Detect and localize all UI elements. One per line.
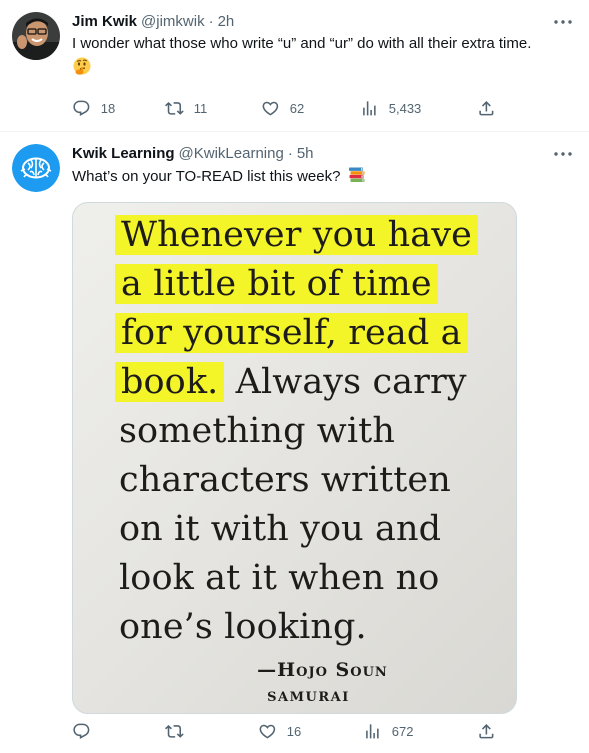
quote-line: one’s looking. bbox=[119, 607, 367, 647]
retweet-count: 11 bbox=[193, 100, 208, 116]
view-count: 5,433 bbox=[388, 100, 422, 116]
like-count: 62 bbox=[289, 100, 305, 116]
retweet-button[interactable] bbox=[165, 722, 184, 741]
quote-line-highlighted: a little bit of time bbox=[115, 264, 438, 304]
retweet-button[interactable]: 11 bbox=[165, 99, 207, 118]
view-count: 672 bbox=[391, 723, 414, 739]
share-icon bbox=[479, 723, 494, 739]
like-button[interactable]: 16 bbox=[258, 722, 301, 741]
books-emoji-icon bbox=[348, 166, 366, 190]
tweet-text: What’s on your TO-READ list this week? bbox=[72, 166, 573, 190]
avatar[interactable] bbox=[12, 12, 60, 60]
tweet-text-content: I wonder what those who write “u” and “u… bbox=[72, 35, 532, 52]
tweet[interactable]: Kwik Learning @KwikLearning · 5h What’s … bbox=[0, 131, 589, 753]
share-icon bbox=[479, 100, 494, 116]
more-options-button[interactable] bbox=[553, 12, 573, 32]
separator-dot: · bbox=[287, 145, 293, 162]
heart-icon bbox=[259, 724, 276, 739]
tweet-action-bar: 18 11 62 5,433 bbox=[72, 98, 573, 118]
reply-icon bbox=[73, 100, 90, 116]
views-button[interactable]: 5,433 bbox=[360, 99, 421, 118]
reply-button[interactable]: 18 bbox=[72, 99, 115, 118]
tweet-timestamp[interactable]: 5h bbox=[297, 144, 314, 164]
reply-button[interactable] bbox=[72, 722, 91, 741]
more-dots-icon bbox=[554, 20, 572, 24]
quote-text: Whenever you have a little bit of time f… bbox=[115, 211, 478, 652]
tweet-timestamp[interactable]: 2h bbox=[218, 12, 235, 32]
share-button[interactable] bbox=[477, 99, 496, 118]
quote-author: —Hojo Soun bbox=[257, 659, 388, 681]
reply-icon bbox=[73, 723, 90, 739]
separator-dot: · bbox=[208, 13, 214, 30]
brain-logo-icon bbox=[12, 144, 60, 192]
avatar[interactable] bbox=[12, 144, 60, 192]
like-count: 16 bbox=[286, 723, 302, 739]
quote-line: characters written bbox=[119, 460, 451, 500]
retweet-icon bbox=[165, 101, 184, 115]
thinking-face-emoji-icon bbox=[72, 56, 573, 82]
retweet-icon bbox=[165, 724, 184, 738]
tweet-text: I wonder what those who write “u” and “u… bbox=[72, 34, 573, 82]
tweet[interactable]: Jim Kwik @jimkwik · 2h I wonder what tho… bbox=[0, 0, 589, 131]
quote-line-highlighted: book. bbox=[115, 362, 225, 402]
tweet-action-bar: 16 672 bbox=[72, 721, 573, 741]
more-dots-icon bbox=[554, 152, 572, 156]
tweet-text-content: What’s on your TO-READ list this week? bbox=[72, 168, 341, 185]
quote-line: something with bbox=[119, 411, 395, 451]
author-handle[interactable]: @jimkwik bbox=[141, 12, 205, 32]
quote-line: look at it when no bbox=[119, 558, 440, 598]
reply-count: 18 bbox=[100, 100, 116, 116]
avatar-photo-icon bbox=[12, 12, 60, 60]
author-handle[interactable]: @KwikLearning bbox=[179, 144, 284, 164]
author-name[interactable]: Jim Kwik bbox=[72, 12, 137, 32]
heart-icon bbox=[262, 101, 279, 116]
tweet-image[interactable]: · · · Whenever you have a little bit of … bbox=[72, 202, 517, 714]
quote-line-highlighted: Whenever you have bbox=[115, 215, 478, 255]
author-name[interactable]: Kwik Learning bbox=[72, 144, 175, 164]
views-button[interactable]: 672 bbox=[363, 722, 413, 741]
quote-line: Always carry bbox=[224, 362, 467, 402]
quote-line: on it with you and bbox=[119, 509, 442, 549]
share-button[interactable] bbox=[477, 722, 496, 741]
analytics-icon bbox=[363, 100, 376, 116]
quote-line-highlighted: for yourself, read a bbox=[115, 313, 468, 353]
like-button[interactable]: 62 bbox=[261, 99, 304, 118]
analytics-icon bbox=[366, 723, 379, 739]
more-options-button[interactable] bbox=[553, 144, 573, 164]
quote-book-title: SAMURAI bbox=[267, 690, 350, 705]
